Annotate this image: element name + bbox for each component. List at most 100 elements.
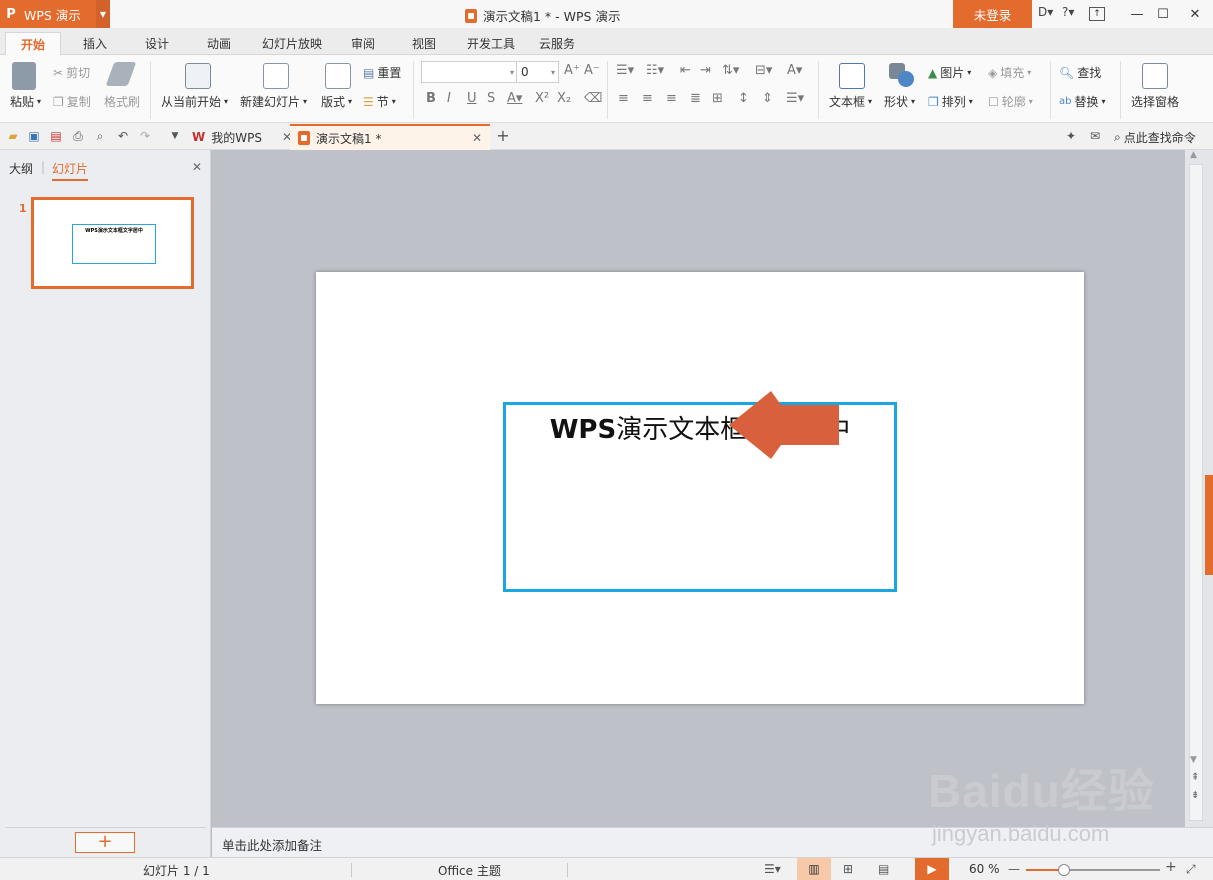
close-icon[interactable]: ✕ <box>472 131 482 145</box>
picture-button[interactable]: ▲ 图片 ▾ <box>928 64 971 81</box>
tab-slideshow[interactable]: 幻灯片放映 <box>254 32 330 55</box>
doc-tab-my-wps[interactable]: W 我的WPS ✕ <box>184 124 300 150</box>
fill-button[interactable]: ◈ 填充 ▾ <box>988 64 1031 81</box>
scroll-down-icon[interactable]: ▼ <box>1190 755 1197 765</box>
zoom-slider-handle[interactable] <box>1058 864 1070 876</box>
app-menu-button[interactable]: P WPS 演示 ▼ <box>0 0 110 28</box>
close-pane-icon[interactable]: ✕ <box>192 160 202 174</box>
cut-button[interactable]: ✂ 剪切 <box>53 64 90 81</box>
new-slide-button[interactable]: 新建幻灯片 ▾ <box>240 93 307 110</box>
tab-view[interactable]: 视图 <box>401 32 447 55</box>
align-left-icon[interactable]: ≡ <box>618 91 629 106</box>
copy-button[interactable]: ❐ 复制 <box>53 93 91 110</box>
underline-icon[interactable]: U <box>467 91 477 106</box>
tab-cloud[interactable]: 云服务 <box>532 32 582 55</box>
add-slide-button[interactable]: + <box>75 832 135 853</box>
shape-button[interactable]: 形状 ▾ <box>884 93 915 110</box>
tab-design[interactable]: 设计 <box>132 32 182 55</box>
minimize-button[interactable]: — <box>1126 4 1148 24</box>
bullet-list-icon[interactable]: ☰▾ <box>616 63 634 78</box>
format-painter-button[interactable]: 格式刷 <box>104 93 140 110</box>
increase-font-icon[interactable]: A⁺ <box>564 63 580 78</box>
font-color-icon[interactable]: A▾ <box>507 91 522 106</box>
zoom-in-icon[interactable]: + <box>1165 859 1177 875</box>
justify-icon[interactable]: ≣ <box>690 91 701 106</box>
undo-icon[interactable]: ↶ <box>116 129 130 143</box>
arrange-button[interactable]: ❐ 排列 ▾ <box>928 93 973 110</box>
new-tab-plus-icon[interactable]: + <box>496 128 510 144</box>
subscript-icon[interactable]: X₂ <box>557 91 571 106</box>
text-direction-icon[interactable]: ⇅▾ <box>722 63 739 78</box>
line-spacing-icon[interactable]: ↕ <box>738 91 749 106</box>
tab-animation[interactable]: 动画 <box>194 32 244 55</box>
fit-window-icon[interactable]: ⤢ <box>1186 862 1196 877</box>
reading-view-icon[interactable]: ▤ <box>878 862 889 876</box>
replace-button[interactable]: ab 替换 ▾ <box>1059 93 1106 110</box>
bold-icon[interactable]: B <box>426 91 436 106</box>
tab-developer[interactable]: 开发工具 <box>460 32 522 55</box>
zoom-slider[interactable] <box>1026 864 1160 876</box>
strikethrough-icon[interactable]: S <box>487 91 495 106</box>
command-search[interactable]: ⌕ 点此查找命令 <box>1114 129 1196 146</box>
next-slide-icon[interactable]: ⇟ <box>1191 790 1199 801</box>
notes-pane[interactable]: 单击此处添加备注 <box>212 827 1213 857</box>
save-icon[interactable]: ▣ <box>27 129 41 143</box>
play-from-current-button[interactable]: 从当前开始 ▾ <box>161 93 228 110</box>
section-button[interactable]: ☰ 节 ▾ <box>363 93 396 110</box>
increase-indent-icon[interactable]: ⇥ <box>700 63 711 78</box>
play-slideshow-icon[interactable]: ▶ <box>915 858 949 880</box>
decrease-indent-icon[interactable]: ⇤ <box>680 63 691 78</box>
text-effect-icon[interactable]: A▾ <box>787 63 802 78</box>
prev-slide-icon[interactable]: ⇞ <box>1191 772 1199 783</box>
italic-icon[interactable]: I <box>447 91 451 106</box>
clear-format-icon[interactable]: ⌫ <box>584 91 602 106</box>
scroll-up-icon[interactable]: ▲ <box>1190 150 1197 160</box>
side-panel-toggle[interactable] <box>1205 475 1213 575</box>
print-preview-icon[interactable]: ⌕ <box>93 129 107 143</box>
superscript-icon[interactable]: X² <box>535 91 549 106</box>
columns-icon[interactable]: ☰▾ <box>786 91 804 106</box>
font-name-select[interactable]: ▾ <box>421 61 518 83</box>
numbered-list-icon[interactable]: ☷▾ <box>646 63 664 78</box>
open-folder-icon[interactable]: ▰ <box>6 129 20 143</box>
skin-icon[interactable]: D▾ <box>1038 5 1053 19</box>
feedback-icon[interactable]: ✉ <box>1088 129 1102 143</box>
close-window-button[interactable]: ✕ <box>1184 4 1206 24</box>
align-center-icon[interactable]: ≡ <box>642 91 653 106</box>
zoom-level[interactable]: 60 % <box>969 862 1000 876</box>
align-right-icon[interactable]: ≡ <box>666 91 677 106</box>
help-icon[interactable]: ?▾ <box>1062 5 1074 19</box>
selection-pane-button[interactable]: 选择窗格 <box>1131 93 1179 110</box>
doc-tab-presentation[interactable]: 演示文稿1 * ✕ <box>290 124 490 150</box>
scrollbar-thumb[interactable] <box>1189 164 1203 821</box>
login-button[interactable]: 未登录 <box>953 0 1032 28</box>
layout-button[interactable]: 版式 ▾ <box>321 93 352 110</box>
paragraph-spacing-icon[interactable]: ⇕ <box>762 91 773 106</box>
tab-slides[interactable]: 幻灯片 <box>52 160 89 181</box>
textbox-button[interactable]: 文本框 ▾ <box>829 93 872 110</box>
zoom-out-icon[interactable]: — <box>1008 862 1020 876</box>
slide-sorter-icon[interactable]: ⊞ <box>843 862 853 876</box>
tab-insert[interactable]: 插入 <box>70 32 120 55</box>
paste-button[interactable]: 粘贴 ▾ <box>10 93 41 110</box>
distribute-icon[interactable]: ⊞ <box>712 91 723 106</box>
customize-dropdown-icon[interactable]: ▼ <box>168 129 182 143</box>
export-pdf-icon[interactable]: ▤ <box>49 129 63 143</box>
maximize-button[interactable]: ☐ <box>1152 4 1174 24</box>
tab-review[interactable]: 审阅 <box>340 32 386 55</box>
redo-icon[interactable]: ↷ <box>138 129 152 143</box>
outline-button[interactable]: ☐ 轮廓 ▾ <box>988 93 1033 110</box>
slide-canvas[interactable]: WPS演示文本框文字居中 <box>316 272 1084 704</box>
find-button[interactable]: 🔍︎ 查找 <box>1059 64 1101 81</box>
upload-icon[interactable]: ↑ <box>1089 7 1105 21</box>
tab-outline[interactable]: 大纲 <box>9 160 33 177</box>
normal-view-icon[interactable]: ▥ <box>797 858 831 880</box>
align-text-icon[interactable]: ⊟▾ <box>755 63 772 78</box>
tab-home[interactable]: 开始 <box>5 32 61 55</box>
notes-toggle-icon[interactable]: ☰▾ <box>764 862 781 876</box>
chevron-down-icon[interactable]: ▼ <box>96 0 110 28</box>
font-size-select[interactable]: 0 ▾ <box>516 61 559 83</box>
slide-thumbnail[interactable]: WPS演示文本框文字居中 <box>31 197 194 289</box>
reset-button[interactable]: ▤ 重置 <box>363 64 401 81</box>
decrease-font-icon[interactable]: A⁻ <box>584 63 600 78</box>
